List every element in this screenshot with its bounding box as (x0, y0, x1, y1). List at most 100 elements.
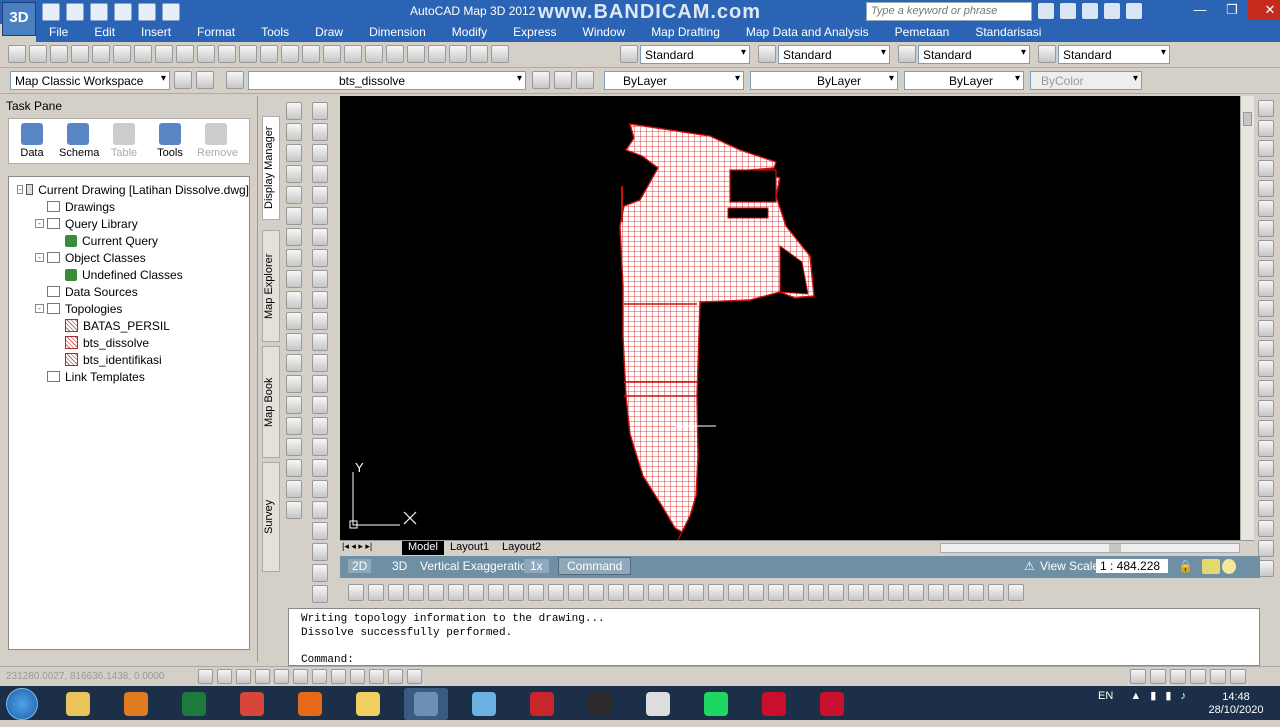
mode-2d-toggle[interactable]: 2D (348, 559, 372, 573)
grid-toggle-icon[interactable] (217, 669, 232, 684)
hatch-icon[interactable] (286, 396, 302, 414)
taskbar-recorder-button[interactable] (810, 688, 854, 720)
map-edit-tool-icon[interactable] (748, 584, 764, 601)
color-dropdown[interactable]: ByLayer (604, 71, 744, 90)
map-edit-tool-icon[interactable] (888, 584, 904, 601)
map-tool-icon[interactable] (312, 543, 328, 561)
annotation-scale-icon[interactable] (1170, 669, 1186, 684)
taskbar-spotify-button[interactable] (694, 688, 738, 720)
undo-icon[interactable] (114, 3, 132, 21)
menu-file[interactable]: File (36, 24, 81, 42)
lock-icon[interactable]: 🔒 (1178, 559, 1193, 573)
map-edit-tool-icon[interactable] (688, 584, 704, 601)
3d-dwf-icon[interactable] (134, 45, 152, 63)
save-icon[interactable] (90, 3, 108, 21)
ellipse-icon[interactable] (286, 291, 302, 309)
layout-icon[interactable] (1150, 669, 1166, 684)
layer-icon[interactable] (1258, 480, 1274, 497)
vertical-exaggeration-dropdown[interactable]: 1x (524, 559, 549, 573)
communication-icon[interactable] (1082, 3, 1098, 19)
zoom-window-icon[interactable] (323, 45, 341, 63)
tree-node[interactable]: Current Query (9, 232, 249, 249)
construction-line-icon[interactable] (286, 123, 302, 141)
extend-icon[interactable] (1258, 300, 1274, 317)
menu-edit[interactable]: Edit (81, 24, 128, 42)
map-tool-icon[interactable] (312, 144, 328, 162)
maximize-button[interactable]: ❐ (1216, 0, 1248, 20)
otrack-toggle-icon[interactable] (293, 669, 308, 684)
arc-icon[interactable] (286, 207, 302, 225)
rotate-icon[interactable] (1258, 220, 1274, 237)
zoom-previous-icon[interactable] (344, 45, 362, 63)
favorites-star-icon[interactable] (1104, 3, 1120, 19)
vertical-scrollbar[interactable] (1240, 96, 1254, 540)
map-edit-tool-icon[interactable] (708, 584, 724, 601)
mleader-style-dropdown[interactable]: Standard (1058, 45, 1170, 64)
binoculars-icon[interactable] (1038, 3, 1054, 19)
tab-map-book[interactable]: Map Book (262, 346, 280, 458)
taskpane-tools-button[interactable]: Tools (151, 123, 189, 159)
lineweight-dropdown[interactable]: ByLayer (904, 71, 1024, 90)
region-icon[interactable] (286, 438, 302, 456)
map-tool-icon[interactable] (312, 564, 328, 582)
redo-icon[interactable] (260, 45, 278, 63)
undo-icon[interactable] (239, 45, 257, 63)
menu-dimension[interactable]: Dimension (356, 24, 439, 42)
taskbar-folder-button[interactable] (346, 688, 390, 720)
command-button[interactable]: Command (558, 557, 632, 575)
mode-3d-toggle[interactable]: 3D (392, 559, 407, 573)
map-edit-tool-icon[interactable] (768, 584, 784, 601)
spline-icon[interactable] (286, 270, 302, 288)
map-edit-tool-icon[interactable] (848, 584, 864, 601)
map-tool-icon[interactable] (312, 333, 328, 351)
scale-icon[interactable] (1258, 240, 1274, 257)
make-block-icon[interactable] (286, 354, 302, 372)
map-tool-icon[interactable] (312, 228, 328, 246)
minimize-button[interactable]: — (1184, 0, 1216, 20)
map-edit-tool-icon[interactable] (568, 584, 584, 601)
taskbar-explorer-button[interactable] (56, 688, 100, 720)
text-style-icon[interactable] (620, 45, 638, 63)
insert-block-icon[interactable] (286, 333, 302, 351)
open-icon[interactable] (29, 45, 47, 63)
osnap-toggle-icon[interactable] (274, 669, 289, 684)
markup-icon[interactable] (449, 45, 467, 63)
rectangle-icon[interactable] (286, 186, 302, 204)
dyn-toggle-icon[interactable] (331, 669, 346, 684)
map-tool-icon[interactable] (312, 207, 328, 225)
properties-icon[interactable] (365, 45, 383, 63)
lengthen-icon[interactable] (1258, 560, 1274, 577)
map-edit-tool-icon[interactable] (948, 584, 964, 601)
map-edit-tool-icon[interactable] (868, 584, 884, 601)
tree-node[interactable]: - Query Library (9, 215, 249, 232)
save-icon[interactable] (50, 45, 68, 63)
map-tool-icon[interactable] (312, 270, 328, 288)
subscription-icon[interactable] (1060, 3, 1076, 19)
dim-style-dropdown[interactable]: Standard (778, 45, 890, 64)
trim-icon[interactable] (1258, 280, 1274, 297)
sheet-set-icon[interactable] (428, 45, 446, 63)
tree-node[interactable]: - Object Classes (9, 249, 249, 266)
tree-expander-icon[interactable]: - (35, 253, 44, 262)
erase-icon[interactable] (1258, 100, 1274, 117)
tab-map-explorer[interactable]: Map Explorer (262, 230, 280, 342)
offset-icon[interactable] (1258, 160, 1274, 177)
join-icon[interactable] (1258, 360, 1274, 377)
preview-icon[interactable] (92, 45, 110, 63)
map-edit-tool-icon[interactable] (528, 584, 544, 601)
blend-icon[interactable] (1258, 440, 1274, 457)
map-tool-icon[interactable] (312, 438, 328, 456)
map-edit-tool-icon[interactable] (508, 584, 524, 601)
publish-icon[interactable] (113, 45, 131, 63)
map-tool-icon[interactable] (312, 123, 328, 141)
taskbar-media-button[interactable] (114, 688, 158, 720)
fillet-icon[interactable] (1258, 400, 1274, 417)
map-edit-tool-icon[interactable] (428, 584, 444, 601)
qnew-icon[interactable] (8, 45, 26, 63)
toolbar-lock-icon[interactable] (1210, 669, 1226, 684)
table-style-icon[interactable] (898, 45, 916, 63)
copy-icon[interactable] (176, 45, 194, 63)
close-button[interactable]: ✕ (1248, 0, 1280, 20)
status-tray-icon[interactable] (1202, 559, 1220, 574)
tree-node[interactable]: Link Templates (9, 368, 249, 385)
